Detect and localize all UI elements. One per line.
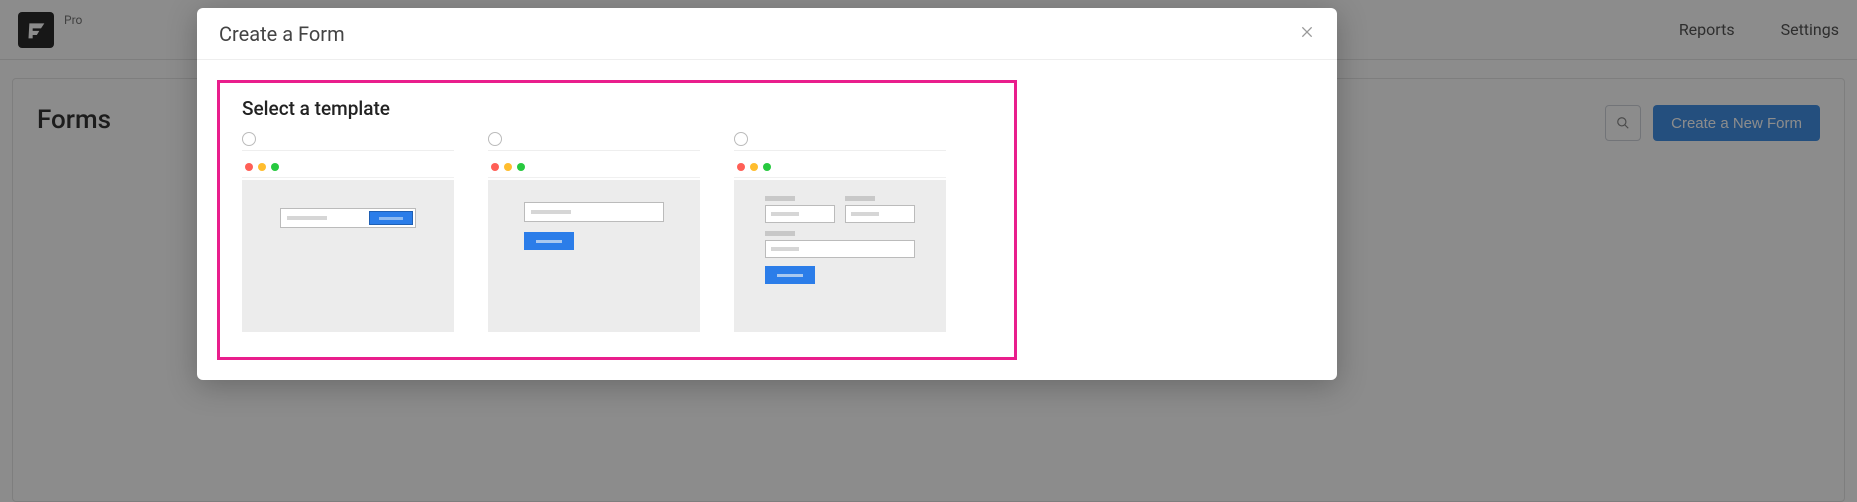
close-icon — [1299, 24, 1315, 40]
template-radio-1[interactable] — [242, 132, 256, 146]
template-card-2[interactable] — [488, 132, 700, 332]
template-preview-1 — [242, 180, 454, 332]
template-row — [242, 132, 992, 332]
modal-close-button[interactable] — [1299, 24, 1315, 44]
window-dots — [488, 159, 700, 178]
create-form-modal: Create a Form Select a template — [197, 8, 1337, 380]
template-preview-2 — [488, 180, 700, 332]
modal-title: Create a Form — [219, 22, 345, 46]
template-section-title: Select a template — [242, 97, 992, 120]
template-radio-2[interactable] — [488, 132, 502, 146]
window-dots — [242, 159, 454, 178]
template-highlight: Select a template — [217, 80, 1017, 360]
template-card-1[interactable] — [242, 132, 454, 332]
modal-header: Create a Form — [197, 8, 1337, 60]
template-card-3[interactable] — [734, 132, 946, 332]
window-dots — [734, 159, 946, 178]
template-radio-3[interactable] — [734, 132, 748, 146]
modal-body: Select a template — [197, 60, 1337, 380]
template-preview-3 — [734, 180, 946, 332]
